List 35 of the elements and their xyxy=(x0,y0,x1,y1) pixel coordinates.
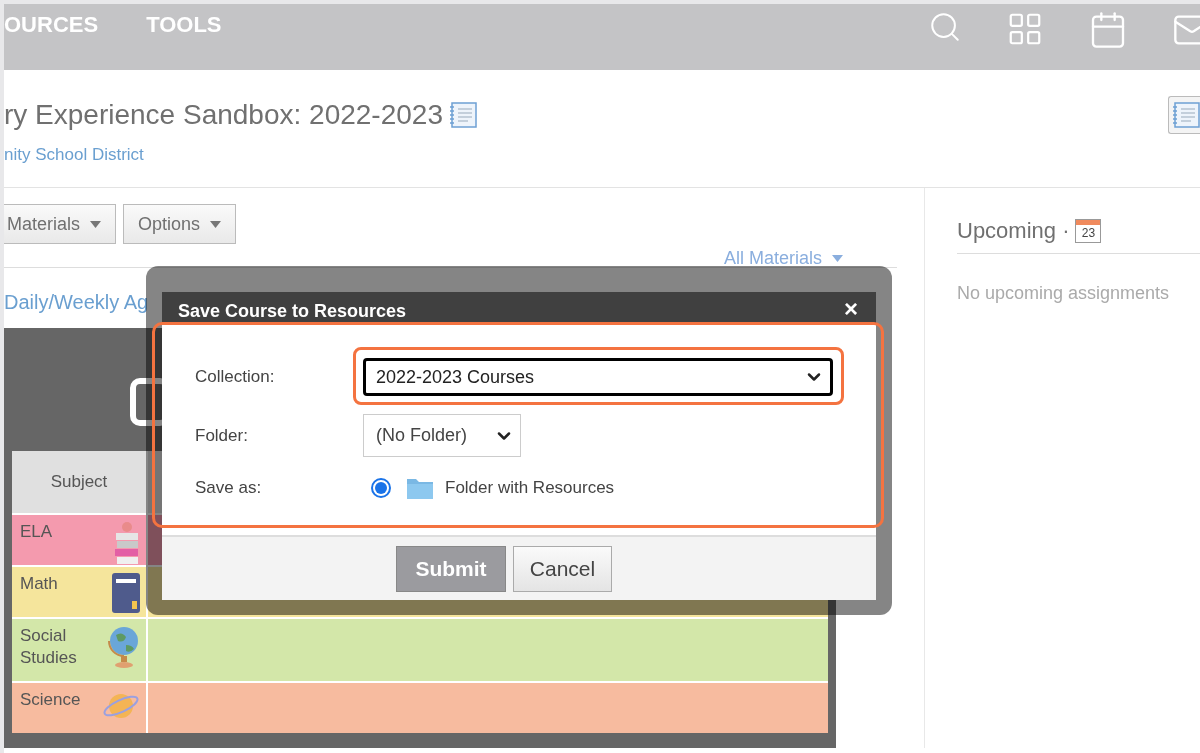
calendar-badge: 23 xyxy=(1075,218,1102,243)
field-label: Save as: xyxy=(195,477,263,499)
district-link[interactable]: nity School District xyxy=(4,142,477,168)
dropdown-button[interactable]: Materials xyxy=(4,204,117,244)
subject-label: Social Studies xyxy=(20,625,78,669)
radio-button[interactable] xyxy=(371,477,391,498)
cancel-button[interactable]: Cancel xyxy=(513,545,612,592)
folder-icon xyxy=(407,476,433,499)
globe-icon xyxy=(106,625,140,669)
books-icon xyxy=(114,521,140,565)
course-title: ry Experience Sandbox: 2022-2023 xyxy=(4,98,443,132)
subject-label: ELA xyxy=(20,521,54,543)
filter-dropdown[interactable]: All Materials xyxy=(724,249,844,267)
subject-label: Science xyxy=(20,689,82,711)
caret-icon xyxy=(832,254,844,262)
submit-button[interactable]: Submit xyxy=(396,545,506,592)
dropdown-button[interactable]: Options xyxy=(123,204,237,244)
search-icon[interactable] xyxy=(928,10,962,44)
calculator-icon xyxy=(112,573,140,613)
empty-message: No upcoming assignments xyxy=(957,282,1171,305)
table-header-cell: Subject xyxy=(12,451,146,513)
field-label: Folder: xyxy=(195,424,249,447)
radio-label: Folder with Resources xyxy=(445,477,615,499)
notebook-button[interactable] xyxy=(1168,96,1200,134)
dropdown-field[interactable]: (No Folder) xyxy=(363,414,521,457)
notebook-icon xyxy=(1172,102,1200,128)
notebook-icon xyxy=(448,102,477,128)
field-label: Collection: xyxy=(195,366,276,389)
caret-icon xyxy=(210,220,222,228)
dialog-title: Save Course to Resources xyxy=(178,299,407,323)
close-button[interactable]: × xyxy=(844,295,858,321)
caret-icon xyxy=(90,220,102,228)
subject-label: Math xyxy=(20,573,59,595)
upcoming-heading: Upcoming · xyxy=(957,217,1070,245)
dropdown-field[interactable]: 2022-2023 Courses xyxy=(363,358,833,396)
